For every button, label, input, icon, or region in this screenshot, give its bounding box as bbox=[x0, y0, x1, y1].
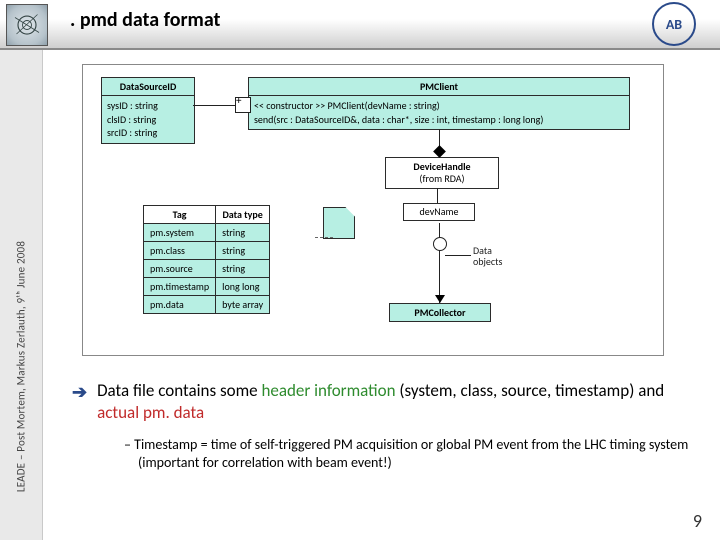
uml-note-icon bbox=[323, 207, 355, 239]
sidebar: LEADE – Post Mortem, Markus Zerlauth, 9ᵗ… bbox=[0, 0, 43, 540]
table-row: pm.systemstring bbox=[144, 224, 270, 242]
uml-class-title: PMCollector bbox=[390, 304, 490, 321]
tag-datatype-table: Tag Data type pm.systemstring pm.classst… bbox=[143, 205, 270, 314]
arrowhead-icon bbox=[435, 295, 445, 303]
uml-class-title: DataSourceID bbox=[102, 78, 194, 96]
connector-dashed bbox=[315, 237, 333, 238]
highlight-red: actual pm. data bbox=[97, 402, 204, 423]
header: . pmd data format AB bbox=[0, 0, 720, 50]
uml-attr-devname: devName bbox=[403, 203, 475, 221]
table-row: pm.databyte array bbox=[144, 296, 270, 314]
table-header: Tag bbox=[144, 206, 216, 224]
ab-logo-text: AB bbox=[652, 2, 696, 46]
connector bbox=[439, 223, 440, 279]
connector bbox=[437, 188, 438, 203]
table-row: pm.classstring bbox=[144, 242, 270, 260]
sidebar-citation: LEADE – Post Mortem, Markus Zerlauth, 9ᵗ… bbox=[15, 167, 28, 540]
diamond-icon bbox=[433, 145, 446, 158]
uml-class-title: PMClient bbox=[249, 78, 629, 96]
uml-diagram: DataSourceID sysID : string clsID : stri… bbox=[82, 64, 664, 356]
data-objects-label: Data objects bbox=[473, 245, 502, 267]
connector bbox=[445, 255, 471, 256]
connector-circle-icon bbox=[433, 237, 447, 251]
connector-plus: + bbox=[236, 94, 241, 107]
cern-logo bbox=[6, 4, 48, 46]
bullet-arrow-icon: ➔ bbox=[72, 381, 87, 404]
page-title: . pmd data format bbox=[70, 8, 220, 32]
uml-class-devicehandle: DeviceHandle (from RDA) bbox=[385, 157, 499, 189]
bullet-text: Data file contains some header informati… bbox=[97, 380, 692, 424]
bullet-main: ➔ Data file contains some header informa… bbox=[72, 380, 692, 424]
uml-class-pmclient: PMClient << constructor >> PMClient(devN… bbox=[248, 77, 630, 130]
uml-class-pmcollector: PMCollector bbox=[389, 303, 491, 322]
page-number: 9 bbox=[693, 510, 702, 532]
ab-logo: AB bbox=[650, 4, 698, 44]
table-row: pm.sourcestring bbox=[144, 260, 270, 278]
bullet-sub: Timestamp = time of self-triggered PM ac… bbox=[124, 436, 692, 472]
cern-logo-icon bbox=[12, 10, 42, 40]
highlight-green: header information bbox=[261, 380, 395, 401]
slide: LEADE – Post Mortem, Markus Zerlauth, 9ᵗ… bbox=[0, 0, 720, 540]
content: ➔ Data file contains some header informa… bbox=[72, 380, 692, 473]
uml-class-body: sysID : string clsID : string srcID : st… bbox=[102, 96, 194, 143]
table-row: pm.timestamplong long bbox=[144, 278, 270, 296]
table-header: Data type bbox=[216, 206, 270, 224]
devname-text: devName bbox=[420, 205, 459, 218]
devicehandle-subtitle: (from RDA) bbox=[392, 173, 492, 185]
uml-class-datasourceid: DataSourceID sysID : string clsID : stri… bbox=[101, 77, 195, 144]
uml-class-body: << constructor >> PMClient(devName : str… bbox=[249, 96, 629, 129]
